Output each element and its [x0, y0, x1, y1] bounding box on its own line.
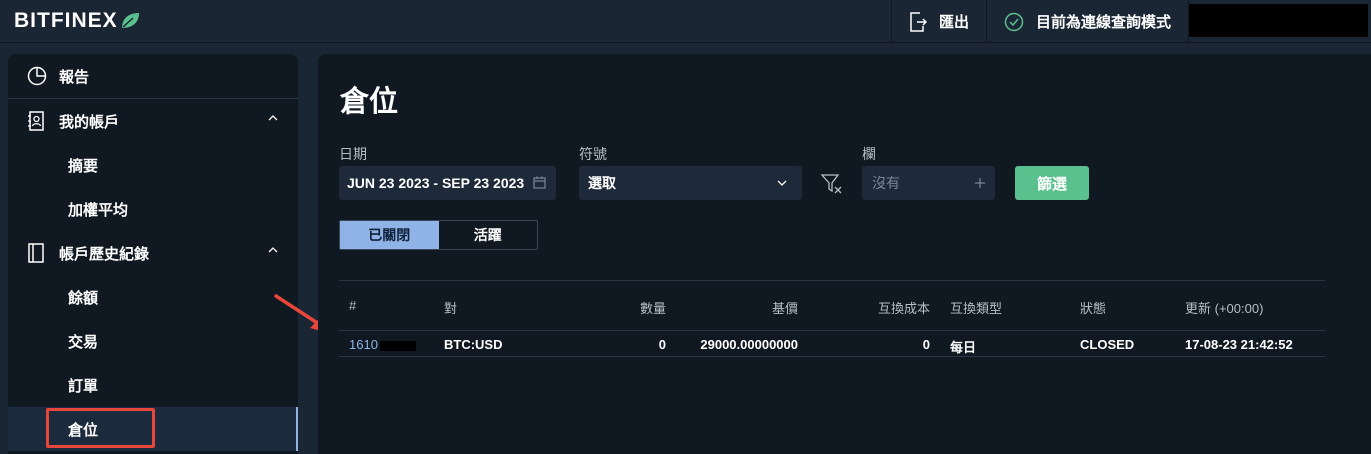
updated-cell: 17-08-23 21:42:52: [1185, 337, 1293, 352]
status-toggle: 已關閉 活躍: [339, 220, 538, 250]
chevron-up-icon: [268, 115, 278, 121]
export-icon: [910, 11, 927, 32]
top-bar: BITFINEX 匯出 目前為連線查詢模式: [0, 0, 1371, 43]
table-top-border: [339, 280, 1325, 281]
chevron-up-icon: [268, 247, 278, 253]
column-header-swap-type[interactable]: 互換類型: [950, 298, 1002, 317]
main-panel: 倉位 日期 JUN 23 2023 - SEP 23 2023 符號 選取 欄 …: [318, 54, 1371, 454]
sidebar-label: 訂單: [68, 377, 99, 395]
filter-button[interactable]: 篩選: [1015, 166, 1089, 200]
sidebar-item-summary[interactable]: 摘要: [8, 143, 298, 187]
plus-icon: [975, 178, 985, 188]
account-icon: [28, 111, 44, 131]
export-label: 匯出: [938, 14, 969, 31]
active-indicator: [296, 407, 298, 451]
symbol-label: 符號: [579, 146, 607, 162]
sidebar-label: 加權平均: [68, 201, 129, 219]
clear-filter-icon[interactable]: [820, 172, 844, 196]
symbol-select-value: 選取: [588, 175, 616, 191]
swap-type-cell: 每日: [950, 340, 977, 355]
column-header-pair[interactable]: 對: [444, 298, 457, 317]
page-title: 倉位: [340, 86, 399, 118]
tab-active[interactable]: 活躍: [439, 221, 538, 249]
user-menu[interactable]: [1188, 0, 1371, 43]
column-header-base-price[interactable]: 基價: [698, 298, 798, 317]
redacted-user: [1189, 4, 1368, 37]
export-button[interactable]: 匯出: [890, 0, 986, 43]
chevron-down-icon: [777, 180, 787, 186]
position-id-link[interactable]: 1610: [349, 337, 378, 352]
sidebar-item-weighted-average[interactable]: 加權平均: [8, 187, 298, 231]
sidebar-label: 帳戶歷史紀錄: [59, 245, 150, 263]
pair-cell: BTC:USD: [444, 337, 503, 352]
column-header-amount[interactable]: 數量: [566, 298, 666, 317]
column-header-status[interactable]: 狀態: [1080, 298, 1106, 317]
base-price-cell: 29000.00000000: [700, 337, 798, 352]
status-cell: CLOSED: [1080, 337, 1135, 352]
column-select[interactable]: 沒有: [862, 166, 995, 200]
bitfinex-logo[interactable]: BITFINEX: [14, 9, 140, 33]
column-placeholder: 沒有: [872, 175, 900, 191]
online-status-button[interactable]: 目前為連線查詢模式: [985, 0, 1188, 43]
sidebar-item-my-account[interactable]: 我的帳戶: [8, 99, 298, 143]
amount-cell: 0: [658, 337, 666, 352]
sidebar-label: 交易: [68, 333, 99, 351]
column-header-updated[interactable]: 更新 (+00:00): [1185, 298, 1263, 317]
sidebar: 報告 我的帳戶 摘要 加權平均 帳戶歷史紀錄 餘額 交易 訂單 倉位: [8, 54, 298, 454]
tab-closed[interactable]: 已關閉: [340, 221, 439, 249]
sidebar-item-account-history[interactable]: 帳戶歷史紀錄: [8, 231, 298, 275]
column-header-swap-cost[interactable]: 互換成本: [830, 298, 930, 317]
table-header-border: [339, 330, 1325, 331]
brand-name: BITFINEX: [14, 9, 118, 32]
sidebar-label: 我的帳戶: [59, 113, 120, 131]
date-range-value: JUN 23 2023 - SEP 23 2023: [347, 175, 525, 191]
sidebar-item-trades[interactable]: 交易: [8, 319, 298, 363]
position-id-cell[interactable]: 1610: [349, 337, 416, 352]
column-header-id[interactable]: #: [349, 298, 356, 313]
calendar-icon: [533, 176, 546, 189]
leaf-icon: [121, 13, 139, 28]
date-range-picker[interactable]: JUN 23 2023 - SEP 23 2023: [339, 166, 556, 200]
column-label: 欄: [862, 146, 876, 162]
sidebar-item-balance[interactable]: 餘額: [8, 275, 298, 319]
sidebar-item-orders[interactable]: 訂單: [8, 363, 298, 407]
table-row-border: [339, 356, 1325, 357]
status-label: 目前為連線查詢模式: [1035, 14, 1171, 31]
pie-chart-icon: [27, 66, 47, 86]
redacted-id: [379, 340, 416, 351]
swap-cost-cell: 0: [922, 337, 930, 352]
sidebar-item-reports[interactable]: 報告: [8, 54, 298, 98]
check-circle-icon: [1004, 12, 1024, 31]
symbol-select[interactable]: 選取: [579, 166, 802, 200]
annotation-highlight-box: [46, 408, 155, 448]
sidebar-label: 摘要: [68, 157, 99, 175]
date-label: 日期: [339, 146, 367, 162]
sidebar-label: 報告: [59, 68, 90, 86]
book-icon: [28, 243, 44, 263]
sidebar-label: 餘額: [68, 289, 99, 307]
